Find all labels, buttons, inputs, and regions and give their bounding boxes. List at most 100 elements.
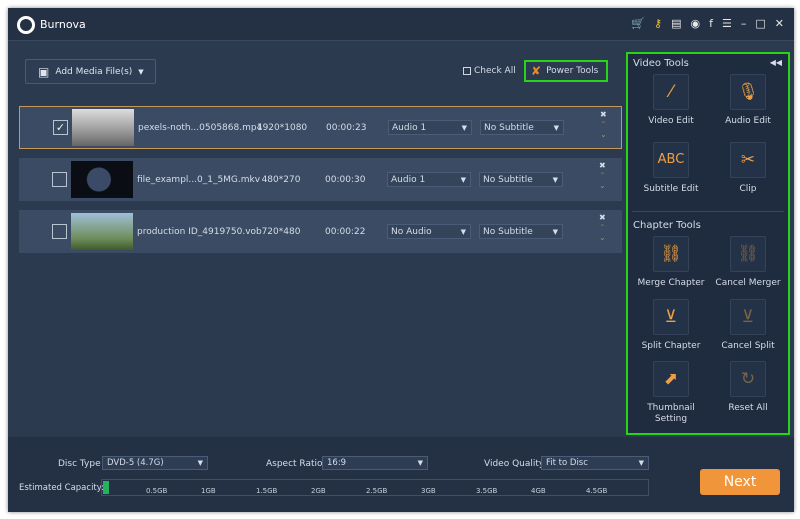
microphone-icon: 🎙 — [730, 74, 766, 110]
capacity-tick: 1GB — [201, 487, 216, 495]
file-checkbox[interactable] — [52, 172, 67, 187]
add-media-button[interactable]: ▣ Add Media File(s) ▼ — [25, 59, 156, 84]
video-thumbnail — [72, 109, 134, 146]
chevron-down-icon: ▼ — [460, 227, 466, 236]
document-icon[interactable]: ▤ — [671, 17, 681, 30]
chevron-down-icon[interactable]: ▼ — [138, 68, 143, 76]
tool-video-edit[interactable]: ⁄ Video Edit — [636, 74, 706, 127]
abc-icon: ABC — [653, 142, 689, 178]
split-icon: ⊻ — [653, 299, 689, 335]
output-settings: Disc Type DVD-5 (4.7G) ▼ Aspect Ratio: 16… — [8, 437, 794, 512]
audio-select[interactable]: Audio 1 ▼ — [387, 172, 471, 187]
capacity-tick: 1.5GB — [256, 487, 278, 495]
scissors-icon: ✂ — [730, 142, 766, 178]
subtitle-select[interactable]: No Subtitle ▼ — [479, 224, 563, 239]
capacity-tick: 4GB — [531, 487, 546, 495]
audio-value: Audio 1 — [392, 122, 427, 133]
cancel-split-icon: ⊻ — [730, 299, 766, 335]
file-checkbox[interactable]: ✓ — [53, 120, 68, 135]
tool-audio-edit[interactable]: 🎙 Audio Edit — [713, 74, 783, 127]
link-icon: ⛓ — [653, 236, 689, 272]
collapse-icon[interactable]: ◀◀ — [770, 58, 782, 67]
chevron-down-icon: ▼ — [460, 175, 466, 184]
audio-value: Audio 1 — [391, 174, 426, 185]
file-duration: 00:00:30 — [325, 174, 366, 185]
remove-icon[interactable]: ✖ — [600, 110, 607, 120]
move-up-icon[interactable]: ⌃ — [599, 223, 606, 233]
file-row[interactable]: file_exampl...0_1_5MG.mkv 480*270 00:00:… — [19, 158, 622, 201]
tool-label: Video Edit — [648, 116, 694, 126]
capacity-label: Estimated Capacity: — [19, 483, 105, 493]
power-tools-button[interactable]: ✘ Power Tools — [524, 60, 608, 82]
tool-subtitle-edit[interactable]: ABC Subtitle Edit — [636, 142, 706, 195]
app-window: Burnova 🛒 ⚷ ▤ ◉ f ☰ – □ ✕ ▣ Add Media Fi… — [8, 8, 794, 512]
subtitle-select[interactable]: No Subtitle ▼ — [479, 172, 563, 187]
file-resolution: 720*480 — [261, 226, 301, 237]
video-tools-heading: Video Tools — [633, 58, 689, 69]
file-resolution: 480*270 — [261, 174, 301, 185]
move-down-icon[interactable]: ⌄ — [599, 233, 606, 243]
capacity-fill — [103, 481, 109, 494]
file-row[interactable]: production ID_4919750.vob 720*480 00:00:… — [19, 210, 622, 253]
capacity-tick: 3GB — [421, 487, 436, 495]
aspect-ratio-select[interactable]: 16:9 ▼ — [322, 456, 428, 470]
tool-thumbnail-setting[interactable]: ⬈ Thumbnail Setting — [636, 361, 706, 425]
minimize-icon[interactable]: – — [741, 17, 747, 30]
maximize-icon[interactable]: □ — [755, 17, 765, 30]
audio-select[interactable]: Audio 1 ▼ — [388, 120, 472, 135]
help-icon[interactable]: ◉ — [691, 17, 701, 30]
burnova-logo-icon — [17, 16, 35, 34]
file-row[interactable]: ✓ pexels-noth...0505868.mp4 1920*1080 00… — [19, 106, 622, 149]
cart-icon[interactable]: 🛒 — [631, 17, 645, 30]
add-file-icon: ▣ — [38, 64, 50, 79]
remove-icon[interactable]: ✖ — [599, 213, 606, 223]
move-down-icon[interactable]: ⌄ — [600, 130, 607, 140]
key-icon[interactable]: ⚷ — [654, 17, 662, 30]
tool-label: Merge Chapter — [637, 278, 705, 288]
audio-select[interactable]: No Audio ▼ — [387, 224, 471, 239]
aspect-ratio-label: Aspect Ratio: — [266, 459, 326, 469]
check-all[interactable]: Check All — [463, 66, 516, 76]
tool-label: Audio Edit — [725, 116, 771, 126]
thumbnail-icon: ⬈ — [653, 361, 689, 397]
power-tools-label: Power Tools — [546, 66, 599, 76]
file-checkbox[interactable] — [52, 224, 67, 239]
file-resolution: 1920*1080 — [256, 122, 308, 133]
tool-cancel-split[interactable]: ⊻ Cancel Split — [713, 299, 783, 352]
move-down-icon[interactable]: ⌄ — [599, 181, 606, 191]
move-up-icon[interactable]: ⌃ — [600, 120, 607, 130]
facebook-icon[interactable]: f — [709, 17, 713, 30]
check-all-checkbox[interactable] — [463, 67, 471, 75]
title-bar: Burnova 🛒 ⚷ ▤ ◉ f ☰ – □ ✕ — [8, 8, 794, 41]
tool-merge-chapter[interactable]: ⛓ Merge Chapter — [636, 236, 706, 289]
chevron-down-icon: ▼ — [553, 123, 559, 132]
move-up-icon[interactable]: ⌃ — [599, 171, 606, 181]
video-quality-select[interactable]: Fit to Disc ▼ — [541, 456, 649, 470]
chevron-down-icon: ▼ — [197, 459, 203, 467]
tool-clip[interactable]: ✂ Clip — [713, 142, 783, 195]
tool-label: Cancel Merger — [715, 278, 781, 288]
tools-panel: Video Tools ◀◀ Chapter Tools ⁄ Video Edit… — [626, 52, 790, 435]
video-thumbnail — [71, 161, 133, 198]
subtitle-value: No Subtitle — [483, 226, 533, 237]
close-icon[interactable]: ✕ — [775, 17, 784, 30]
chevron-down-icon: ▼ — [461, 123, 467, 132]
file-name: production ID_4919750.vob — [137, 226, 262, 237]
video-quality-value: Fit to Disc — [546, 458, 588, 468]
capacity-tick: 4.5GB — [586, 487, 608, 495]
tool-reset-all[interactable]: ↻ Reset All — [713, 361, 783, 414]
feedback-icon[interactable]: ☰ — [722, 17, 732, 30]
tool-cancel-merger[interactable]: ⛓ Cancel Merger — [713, 236, 783, 289]
disc-type-select[interactable]: DVD-5 (4.7G) ▼ — [102, 456, 208, 470]
tool-label: Thumbnail Setting — [647, 403, 695, 424]
next-button[interactable]: Next — [700, 469, 780, 495]
capacity-tick: 3.5GB — [476, 487, 498, 495]
disc-type-value: DVD-5 (4.7G) — [107, 458, 164, 468]
remove-icon[interactable]: ✖ — [599, 161, 606, 171]
tool-split-chapter[interactable]: ⊻ Split Chapter — [636, 299, 706, 352]
reset-icon: ↻ — [730, 361, 766, 397]
broken-link-icon: ⛓ — [730, 236, 766, 272]
subtitle-select[interactable]: No Subtitle ▼ — [480, 120, 564, 135]
subtitle-value: No Subtitle — [483, 174, 533, 185]
chapter-tools-heading: Chapter Tools — [633, 220, 701, 231]
